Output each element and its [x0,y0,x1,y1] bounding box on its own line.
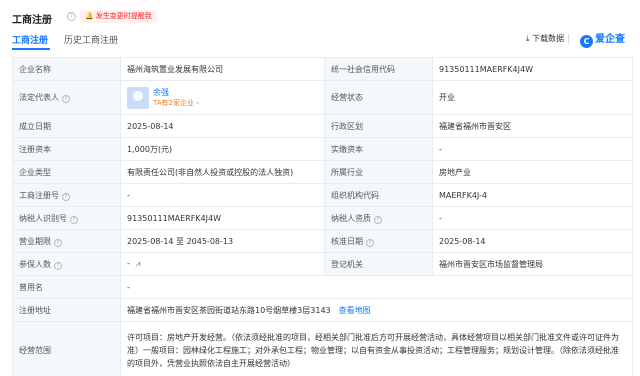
value-capital: 1,000万(元) [120,137,325,161]
table-row: 注册资本 1,000万(元) 实缴资本 - [12,137,633,161]
value-reg-number: - [120,183,325,207]
divider [568,34,569,44]
tab-history[interactable]: 历史工商注册 [64,33,118,46]
value-taxpayer-id: 91350111MAERFK4J4W [120,206,325,230]
view-map-link[interactable]: 查看地图 [339,306,371,315]
bell-icon: 🔔 [85,12,94,20]
avatar[interactable] [127,86,149,109]
label-legal-rep-text: 法定代表人 [19,93,59,102]
trend-chart-icon[interactable]: ⩘ [136,259,141,268]
value-credit-code: 91350111MAERFK4J4W [432,57,633,81]
change-alert-button[interactable]: 🔔 发生变更时提醒我 [80,10,157,23]
label-region: 行政区划 [324,114,433,138]
help-icon[interactable]: ? [67,12,76,21]
table-row: 经营范围 许可项目：房地产开发经营。（依法须经批准的项目，经相关部门批准后方可开… [12,321,633,376]
label-legal-rep: 法定代表人? [12,80,121,115]
value-insured-text: - [127,259,130,268]
help-icon[interactable]: ? [374,215,382,224]
label-status: 经营状态 [324,80,433,115]
download-label: 下载数据 [532,34,565,43]
table-row: 注册地址 福建省福州市晋安区茶园街道站东路10号烟草楼3层3143 查看地图 [12,298,633,322]
value-company-name: 福州海筑置业发展有限公司 [120,57,325,81]
label-company-name: 企业名称 [12,57,121,81]
page-title: 工商注册 [12,15,52,26]
label-approval-date-text: 核准日期 [331,236,363,246]
label-term-text: 营业期限 [19,236,51,246]
table-row: 营业期限? 2025-08-14 至 2045-08-13 核准日期? 2025… [12,229,633,253]
label-taxpayer-id-text: 纳税人识别号 [19,213,67,223]
value-founded: 2025-08-14 [120,114,325,138]
label-paid-capital: 实缴资本 [324,137,433,161]
help-icon[interactable]: ? [366,238,374,247]
table-row: 纳税人识别号? 91350111MAERFK4J4W 纳税人资质? - [12,206,633,230]
label-scope: 经营范围 [12,321,121,376]
active-tab-indicator [12,48,50,50]
label-insured-text: 参保人数 [19,259,51,269]
change-alert-label: 发生变更时提醒我 [95,12,152,20]
legal-rep-name-link[interactable]: 余强 [153,87,199,98]
value-org-code: MAERFK4J-4 [432,183,633,207]
value-taxpayer-qual: - [432,206,633,230]
value-status: 开业 [432,80,633,115]
page-header: 工商注册 ? 🔔 发生变更时提醒我 [12,10,632,26]
label-taxpayer-id: 纳税人识别号? [12,206,121,230]
logo-mark-icon: C [580,35,593,48]
aiqicha-logo: C 爱企查 [580,30,625,48]
table-row: 曾用名 - [12,275,633,299]
tab-bar: 工商注册 历史工商注册 ⤓ 下载数据 C 爱企查 [12,33,632,51]
label-reg-number: 工商注册号? [12,183,121,207]
value-insured: - ⩘ [120,252,325,276]
label-approval-date: 核准日期? [324,229,433,253]
label-capital: 注册资本 [12,137,121,161]
table-row: 企业名称 福州海筑置业发展有限公司 统一社会信用代码 91350111MAERF… [12,57,633,81]
help-icon[interactable]: ? [70,215,78,224]
table-row: 工商注册号? - 组织机构代码 MAERFK4J-4 [12,183,633,207]
value-address: 福建省福州市晋安区茶园街道站东路10号烟草楼3层3143 查看地图 [120,298,633,322]
value-scope: 许可项目：房地产开发经营。（依法须经批准的项目，经相关部门批准后方可开展经营活动… [120,321,633,376]
label-org-code: 组织机构代码 [324,183,433,207]
label-taxpayer-qual-text: 纳税人资质 [331,213,371,223]
registration-table: 企业名称 福州海筑置业发展有限公司 统一社会信用代码 91350111MAERF… [12,57,633,376]
label-term: 营业期限? [12,229,121,253]
value-address-text: 福建省福州市晋安区茶园街道站东路10号烟草楼3层3143 [127,305,331,315]
logo-text: 爱企查 [595,34,625,45]
table-row: 法定代表人? 余强 TA有2家企业 › 经营状态 开业 [12,80,633,115]
value-term: 2025-08-14 至 2045-08-13 [120,229,325,253]
label-taxpayer-qual: 纳税人资质? [324,206,433,230]
label-reg-number-text: 工商注册号 [19,190,59,200]
value-former-name: - [120,275,633,299]
label-founded: 成立日期 [12,114,121,138]
label-company-type: 企业类型 [12,160,121,184]
value-approval-date: 2025-08-14 [432,229,633,253]
label-authority: 登记机关 [324,252,433,276]
legal-rep-companies-link[interactable]: TA有2家企业 › [153,98,199,109]
tab-registration[interactable]: 工商注册 [12,33,48,46]
value-legal-rep: 余强 TA有2家企业 › [120,80,325,115]
table-row: 成立日期 2025-08-14 行政区划 福建省福州市晋安区 [12,114,633,138]
value-paid-capital: - [432,137,633,161]
download-icon: ⤓ [526,34,530,43]
help-icon[interactable]: ? [62,192,70,201]
label-industry: 所属行业 [324,160,433,184]
table-row: 企业类型 有限责任公司(非自然人投资或控股的法人独资) 所属行业 房地产业 [12,160,633,184]
value-company-type: 有限责任公司(非自然人投资或控股的法人独资) [120,160,325,184]
table-row: 参保人数? - ⩘ 登记机关 福州市晋安区市场监督管理局 [12,252,633,276]
download-button[interactable]: ⤓ 下载数据 [526,33,564,44]
value-authority: 福州市晋安区市场监督管理局 [432,252,633,276]
help-icon[interactable]: ? [62,95,70,103]
help-icon[interactable]: ? [54,261,62,270]
label-former-name: 曾用名 [12,275,121,299]
value-region: 福建省福州市晋安区 [432,114,633,138]
label-credit-code: 统一社会信用代码 [324,57,433,81]
label-address: 注册地址 [12,298,121,322]
help-icon[interactable]: ? [54,238,62,247]
label-insured: 参保人数? [12,252,121,276]
value-industry: 房地产业 [432,160,633,184]
